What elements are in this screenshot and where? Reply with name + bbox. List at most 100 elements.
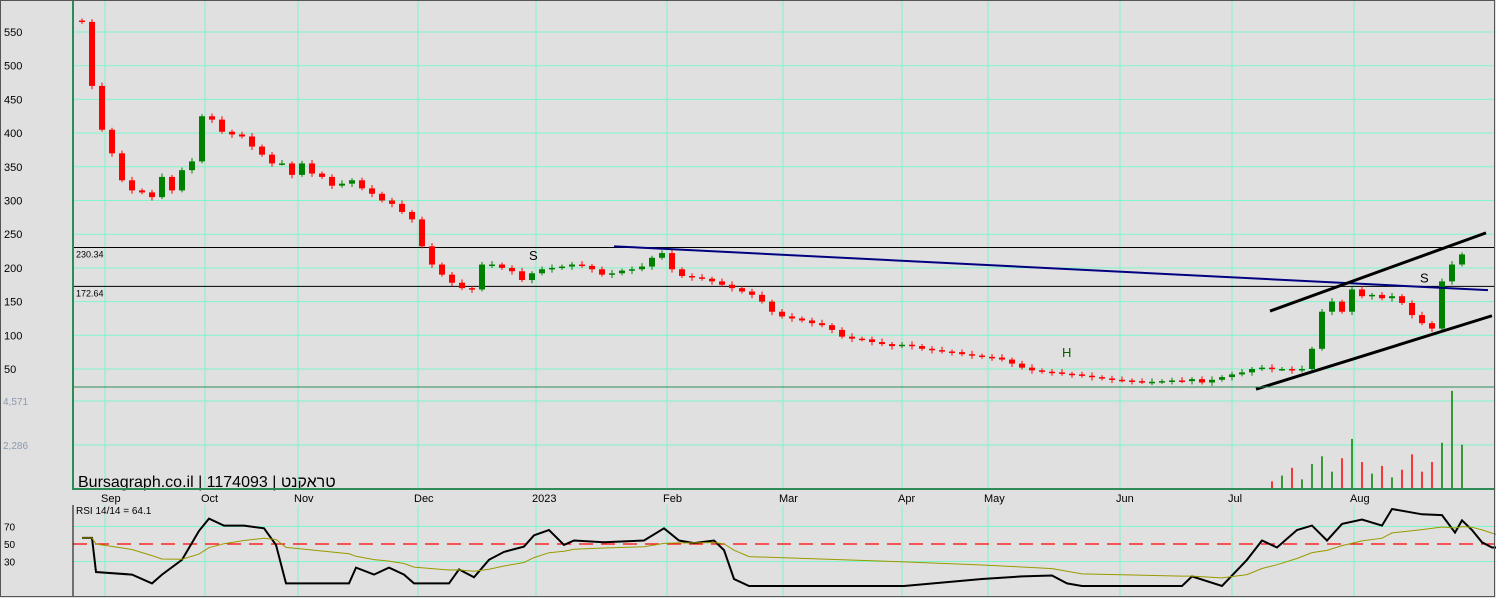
candle-up bbox=[529, 273, 535, 281]
candle-up bbox=[609, 273, 615, 275]
candle-up bbox=[1329, 301, 1335, 312]
price-tick-label: 500 bbox=[4, 61, 22, 73]
candle-down bbox=[599, 269, 605, 275]
candle-down bbox=[1289, 369, 1295, 371]
candle-down bbox=[359, 180, 365, 189]
candle-down bbox=[819, 323, 825, 326]
candle-down bbox=[119, 153, 125, 181]
month-label: Dec bbox=[414, 493, 434, 505]
candle-down bbox=[449, 274, 455, 283]
candle-up bbox=[159, 176, 165, 198]
volume-tick-label: 4,571 bbox=[3, 397, 28, 408]
price-tick-label: 400 bbox=[4, 128, 22, 140]
candle-down bbox=[369, 188, 375, 194]
candle-down bbox=[1269, 367, 1275, 370]
candle-down bbox=[139, 190, 145, 193]
candle-up bbox=[1169, 380, 1175, 382]
candle-up bbox=[199, 116, 205, 162]
candle-down bbox=[589, 265, 595, 270]
stock-chart: 550 500 450 400 350 300 250 200 150 100 50 4,571 2,2… bbox=[0, 0, 1496, 598]
candle-down bbox=[739, 288, 745, 292]
candle-down bbox=[959, 352, 965, 355]
candle-down bbox=[759, 294, 765, 302]
candle-down bbox=[389, 200, 395, 204]
candle-down bbox=[129, 180, 135, 191]
candle-down bbox=[1379, 294, 1385, 299]
candle-down bbox=[839, 329, 845, 337]
price-tick-label: 200 bbox=[4, 263, 22, 275]
month-label: May bbox=[984, 493, 1005, 505]
candle-down bbox=[439, 264, 445, 275]
candle-down bbox=[889, 344, 895, 347]
candle-down bbox=[259, 146, 265, 155]
candle-down bbox=[1139, 381, 1145, 383]
candle-down bbox=[869, 339, 875, 343]
rsi-label: RSI 14/14 = 64.1 bbox=[76, 506, 152, 517]
candle-down bbox=[769, 301, 775, 312]
candle-down bbox=[329, 176, 335, 186]
candle-up bbox=[179, 170, 185, 191]
candle-up bbox=[479, 264, 485, 290]
price-tick-label: 550 bbox=[4, 27, 22, 39]
candle-down bbox=[319, 173, 325, 177]
candle-down bbox=[1099, 377, 1105, 379]
candle-down bbox=[669, 253, 675, 270]
candle-down bbox=[989, 356, 995, 359]
candle-down bbox=[1419, 315, 1425, 324]
candle-down bbox=[1039, 370, 1045, 372]
candle-down bbox=[1119, 379, 1125, 382]
candle-down bbox=[419, 219, 425, 247]
candle-up bbox=[1309, 348, 1315, 369]
candle-up bbox=[1299, 369, 1305, 371]
candle-down bbox=[679, 269, 685, 276]
candle-up bbox=[349, 180, 355, 184]
candle-up bbox=[1229, 374, 1235, 378]
candle-down bbox=[249, 136, 255, 147]
candle-up bbox=[299, 163, 305, 175]
candle-down bbox=[709, 278, 715, 282]
candle-up bbox=[659, 253, 665, 258]
candle-up bbox=[629, 269, 635, 271]
candle-up bbox=[559, 266, 565, 269]
candle-down bbox=[1059, 372, 1065, 374]
candle-down bbox=[1069, 373, 1075, 376]
candle-down bbox=[219, 119, 225, 132]
candle-down bbox=[749, 291, 755, 295]
candle-down bbox=[789, 316, 795, 319]
candle-up bbox=[1389, 296, 1395, 299]
candle-down bbox=[1019, 363, 1025, 368]
candle-up bbox=[639, 266, 645, 270]
candle-down bbox=[859, 338, 865, 341]
candle-down bbox=[399, 203, 405, 212]
candle-down bbox=[1409, 302, 1415, 316]
candle-up bbox=[1319, 311, 1325, 349]
candle-up bbox=[1189, 379, 1195, 382]
candle-down bbox=[949, 351, 955, 353]
price-tick-label: 300 bbox=[4, 196, 22, 208]
candle-down bbox=[269, 154, 275, 164]
candle-up bbox=[1249, 369, 1255, 373]
candle-down bbox=[1089, 375, 1095, 378]
candle-up bbox=[1279, 369, 1285, 371]
candle-up bbox=[1459, 254, 1465, 265]
month-label: 2023 bbox=[532, 493, 556, 505]
level-label: 230.34 bbox=[76, 249, 104, 259]
candle-down bbox=[509, 267, 515, 272]
candle-down bbox=[459, 282, 465, 289]
candle-down bbox=[999, 357, 1005, 360]
candle-up bbox=[1449, 264, 1455, 282]
price-tick-label: 450 bbox=[4, 94, 22, 106]
candle-down bbox=[849, 336, 855, 339]
candle-down bbox=[1199, 379, 1205, 383]
candle-down bbox=[1049, 371, 1055, 374]
volume-tick-label: 2,286 bbox=[3, 441, 28, 452]
candle-down bbox=[799, 318, 805, 321]
candle-up bbox=[1209, 379, 1215, 383]
candle-up bbox=[1349, 289, 1355, 312]
candle-down bbox=[719, 281, 725, 285]
month-label: Jul bbox=[1228, 493, 1242, 505]
candle-up bbox=[1369, 294, 1375, 297]
candle-down bbox=[379, 193, 385, 201]
candle-up bbox=[1149, 381, 1155, 384]
pattern-annotation: S bbox=[1420, 271, 1429, 286]
